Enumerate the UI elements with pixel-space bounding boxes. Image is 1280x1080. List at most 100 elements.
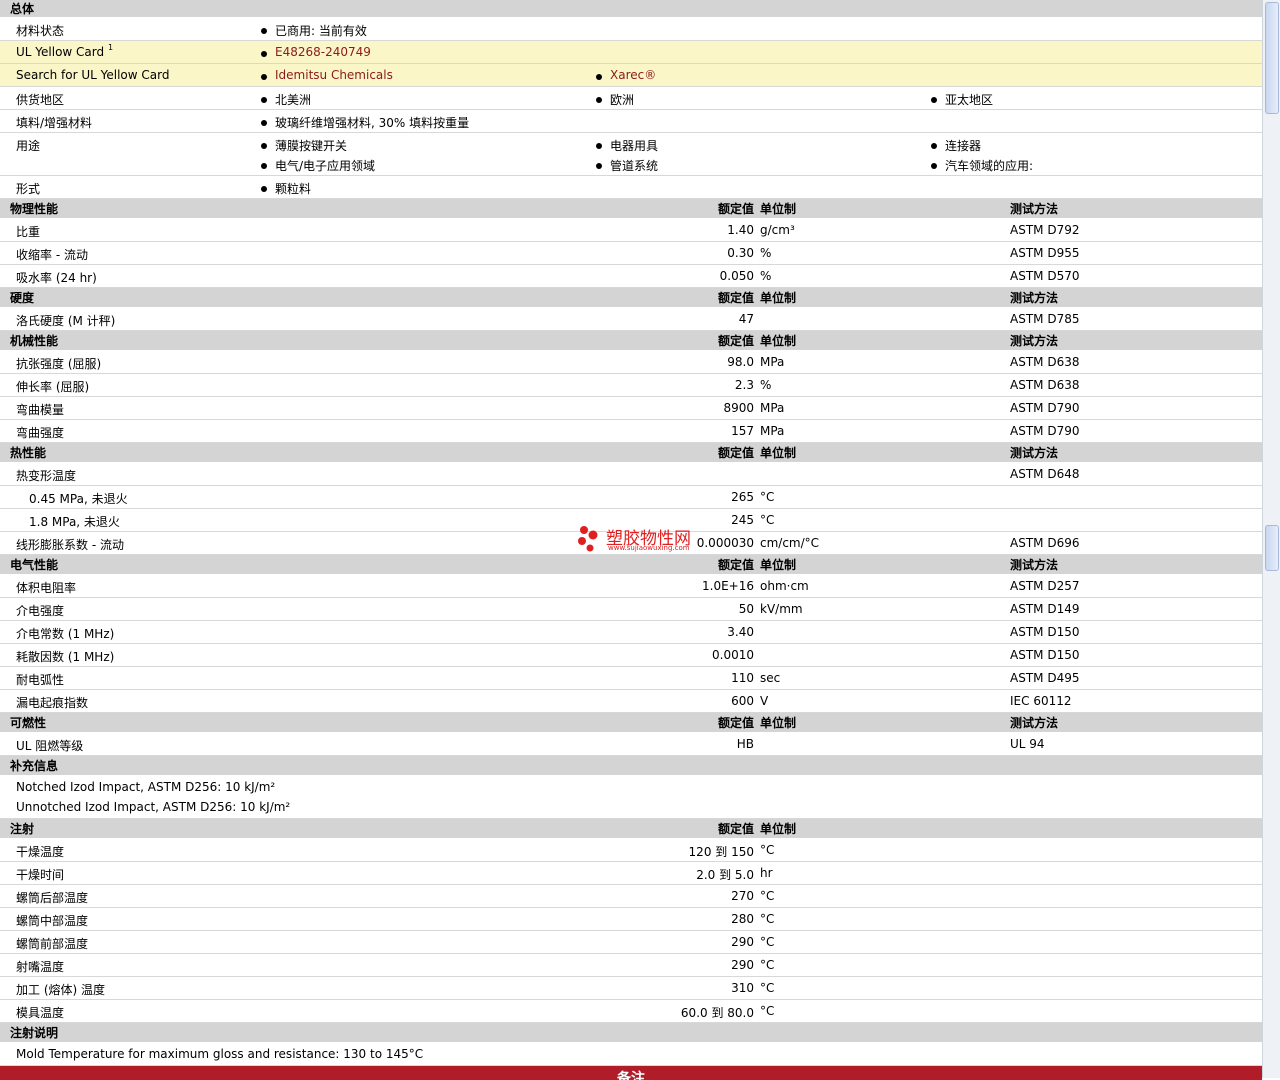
header-unit: 单位制	[760, 558, 797, 572]
row-value: 245	[731, 513, 754, 527]
row-label: 干燥时间	[16, 868, 65, 882]
row-unit: °C	[760, 889, 775, 903]
section-header-overview: 总体	[0, 0, 1262, 18]
row-value: 120 到 150	[688, 845, 754, 859]
row-supply-region: 供货地区 北美洲 欧洲 亚太地区	[0, 87, 1262, 110]
row-value: 98.0	[727, 355, 754, 369]
watermark-url: www.sujiaowuxing.com	[608, 544, 690, 552]
row-method: ASTM D150	[1010, 648, 1080, 662]
row-value: 600	[731, 694, 754, 708]
section-header-supplement: 补充信息	[0, 756, 1262, 776]
row-ul-yellow-card: UL Yellow Card 1 E48268-240749	[0, 41, 1262, 64]
table-row: 漏电起痕指数 600 V IEC 60112	[0, 690, 1262, 713]
bullet-value: 玻璃纤维增强材料, 30% 填料按重量	[260, 116, 470, 130]
row-label: 螺筒后部温度	[16, 891, 89, 905]
ul-card-link[interactable]: E48268-240749	[261, 45, 371, 59]
row-label: 线形膨胀系数 - 流动	[16, 538, 124, 552]
injection-note-line: Mold Temperature for maximum gloss and r…	[16, 1047, 424, 1061]
row-method: UL 94	[1010, 737, 1045, 751]
row-label: 形式	[16, 182, 41, 196]
section-title: 补充信息	[10, 759, 59, 773]
row-label: 洛氏硬度 (M 计秤)	[16, 314, 116, 328]
header-value: 额定值	[717, 202, 754, 216]
use-item: 薄膜按键开关	[260, 139, 348, 153]
row-label: 耗散因数 (1 MHz)	[16, 650, 115, 664]
section-title: 注射说明	[10, 1026, 59, 1040]
idemitsu-link[interactable]: Idemitsu Chemicals	[261, 68, 393, 82]
row-value: 1.0E+16	[702, 579, 754, 593]
row-label: 用途	[16, 139, 41, 153]
table-row: 螺筒后部温度 270 °C	[0, 885, 1262, 908]
table-row: 加工 (熔体) 温度 310 °C	[0, 977, 1262, 1000]
table-row: 干燥温度 120 到 150 °C	[0, 839, 1262, 862]
row-unit: V	[760, 694, 769, 708]
header-method: 测试方法	[1010, 202, 1059, 216]
row-label: 1.8 MPa, 未退火	[29, 515, 120, 529]
header-value: 额定值	[717, 334, 754, 348]
row-material-status: 材料状态 已商用: 当前有效	[0, 18, 1262, 41]
table-row: 耐电弧性 110 sec ASTM D495	[0, 667, 1262, 690]
header-method: 测试方法	[1010, 446, 1059, 460]
use-item: 电器用具	[595, 139, 659, 153]
row-value: 280	[731, 912, 754, 926]
row-method: ASTM D257	[1010, 579, 1080, 593]
header-unit: 单位制	[760, 202, 797, 216]
section-title: 热性能	[10, 446, 47, 460]
row-unit: MPa	[760, 424, 785, 438]
section-header-injection: 注射 额定值 单位制	[0, 819, 1262, 839]
row-unit: ohm·cm	[760, 579, 809, 593]
row-value: 270	[731, 889, 754, 903]
row-ul-search: Search for UL Yellow Card Idemitsu Chemi…	[0, 64, 1262, 87]
row-label: 螺筒中部温度	[16, 914, 89, 928]
row-label: 热变形温度	[16, 469, 77, 483]
header-method: 测试方法	[1010, 716, 1059, 730]
row-method: ASTM D792	[1010, 223, 1080, 237]
row-label: Search for UL Yellow Card	[16, 68, 170, 82]
row-value: 110	[731, 671, 754, 685]
row-label: 模具温度	[16, 1006, 65, 1020]
row-label: 填料/增强材料	[16, 116, 93, 130]
row-unit: °C	[760, 981, 775, 995]
row-method: ASTM D638	[1010, 355, 1080, 369]
xarec-link[interactable]: Xarec®	[595, 68, 656, 82]
row-unit: %	[760, 378, 772, 392]
table-row: 抗张强度 (屈服) 98.0 MPa ASTM D638	[0, 351, 1262, 374]
header-unit: 单位制	[760, 446, 797, 460]
row-unit: kV/mm	[760, 602, 803, 616]
row-value: 0.30	[727, 246, 754, 260]
vertical-scrollbar[interactable]	[1262, 0, 1280, 1078]
supplement-line: Notched Izod Impact, ASTM D256: 10 kJ/m²	[16, 780, 276, 794]
use-item: 电气/电子应用领域	[260, 159, 376, 173]
row-method: IEC 60112	[1010, 694, 1072, 708]
row-value: HB	[736, 737, 754, 751]
table-row: 螺筒中部温度 280 °C	[0, 908, 1262, 931]
scrollbar-thumb-secondary[interactable]	[1265, 525, 1279, 571]
row-value: 2.0 到 5.0	[696, 868, 754, 882]
section-title: 物理性能	[10, 202, 59, 216]
table-row: UL 阻燃等级 HB UL 94	[0, 733, 1262, 756]
row-label: 漏电起痕指数	[16, 696, 89, 710]
header-value: 额定值	[717, 291, 754, 305]
row-unit: %	[760, 246, 772, 260]
row-method: ASTM D955	[1010, 246, 1080, 260]
footer-title: 备注	[617, 1071, 645, 1080]
row-value: 157	[731, 424, 754, 438]
row-injection-note: Mold Temperature for maximum gloss and r…	[0, 1043, 1262, 1066]
row-method: ASTM D149	[1010, 602, 1080, 616]
table-row: 比重 1.40 g/cm³ ASTM D792	[0, 219, 1262, 242]
scrollbar-thumb[interactable]	[1265, 2, 1279, 114]
table-row: 弯曲模量 8900 MPa ASTM D790	[0, 397, 1262, 420]
region-item: 欧洲	[595, 93, 635, 107]
row-form: 形式 颗粒料	[0, 176, 1262, 199]
header-unit: 单位制	[760, 291, 797, 305]
row-label: 抗张强度 (屈服)	[16, 357, 102, 371]
section-header-hardness: 硬度 额定值 单位制 测试方法	[0, 288, 1262, 308]
row-unit: MPa	[760, 401, 785, 415]
row-label: 收缩率 - 流动	[16, 248, 88, 262]
row-label: 介电强度	[16, 604, 65, 618]
row-value: 310	[731, 981, 754, 995]
row-method: ASTM D790	[1010, 401, 1080, 415]
table-row: 干燥时间 2.0 到 5.0 hr	[0, 862, 1262, 885]
row-value: 60.0 到 80.0	[680, 1006, 754, 1020]
row-label: 加工 (熔体) 温度	[16, 983, 105, 997]
